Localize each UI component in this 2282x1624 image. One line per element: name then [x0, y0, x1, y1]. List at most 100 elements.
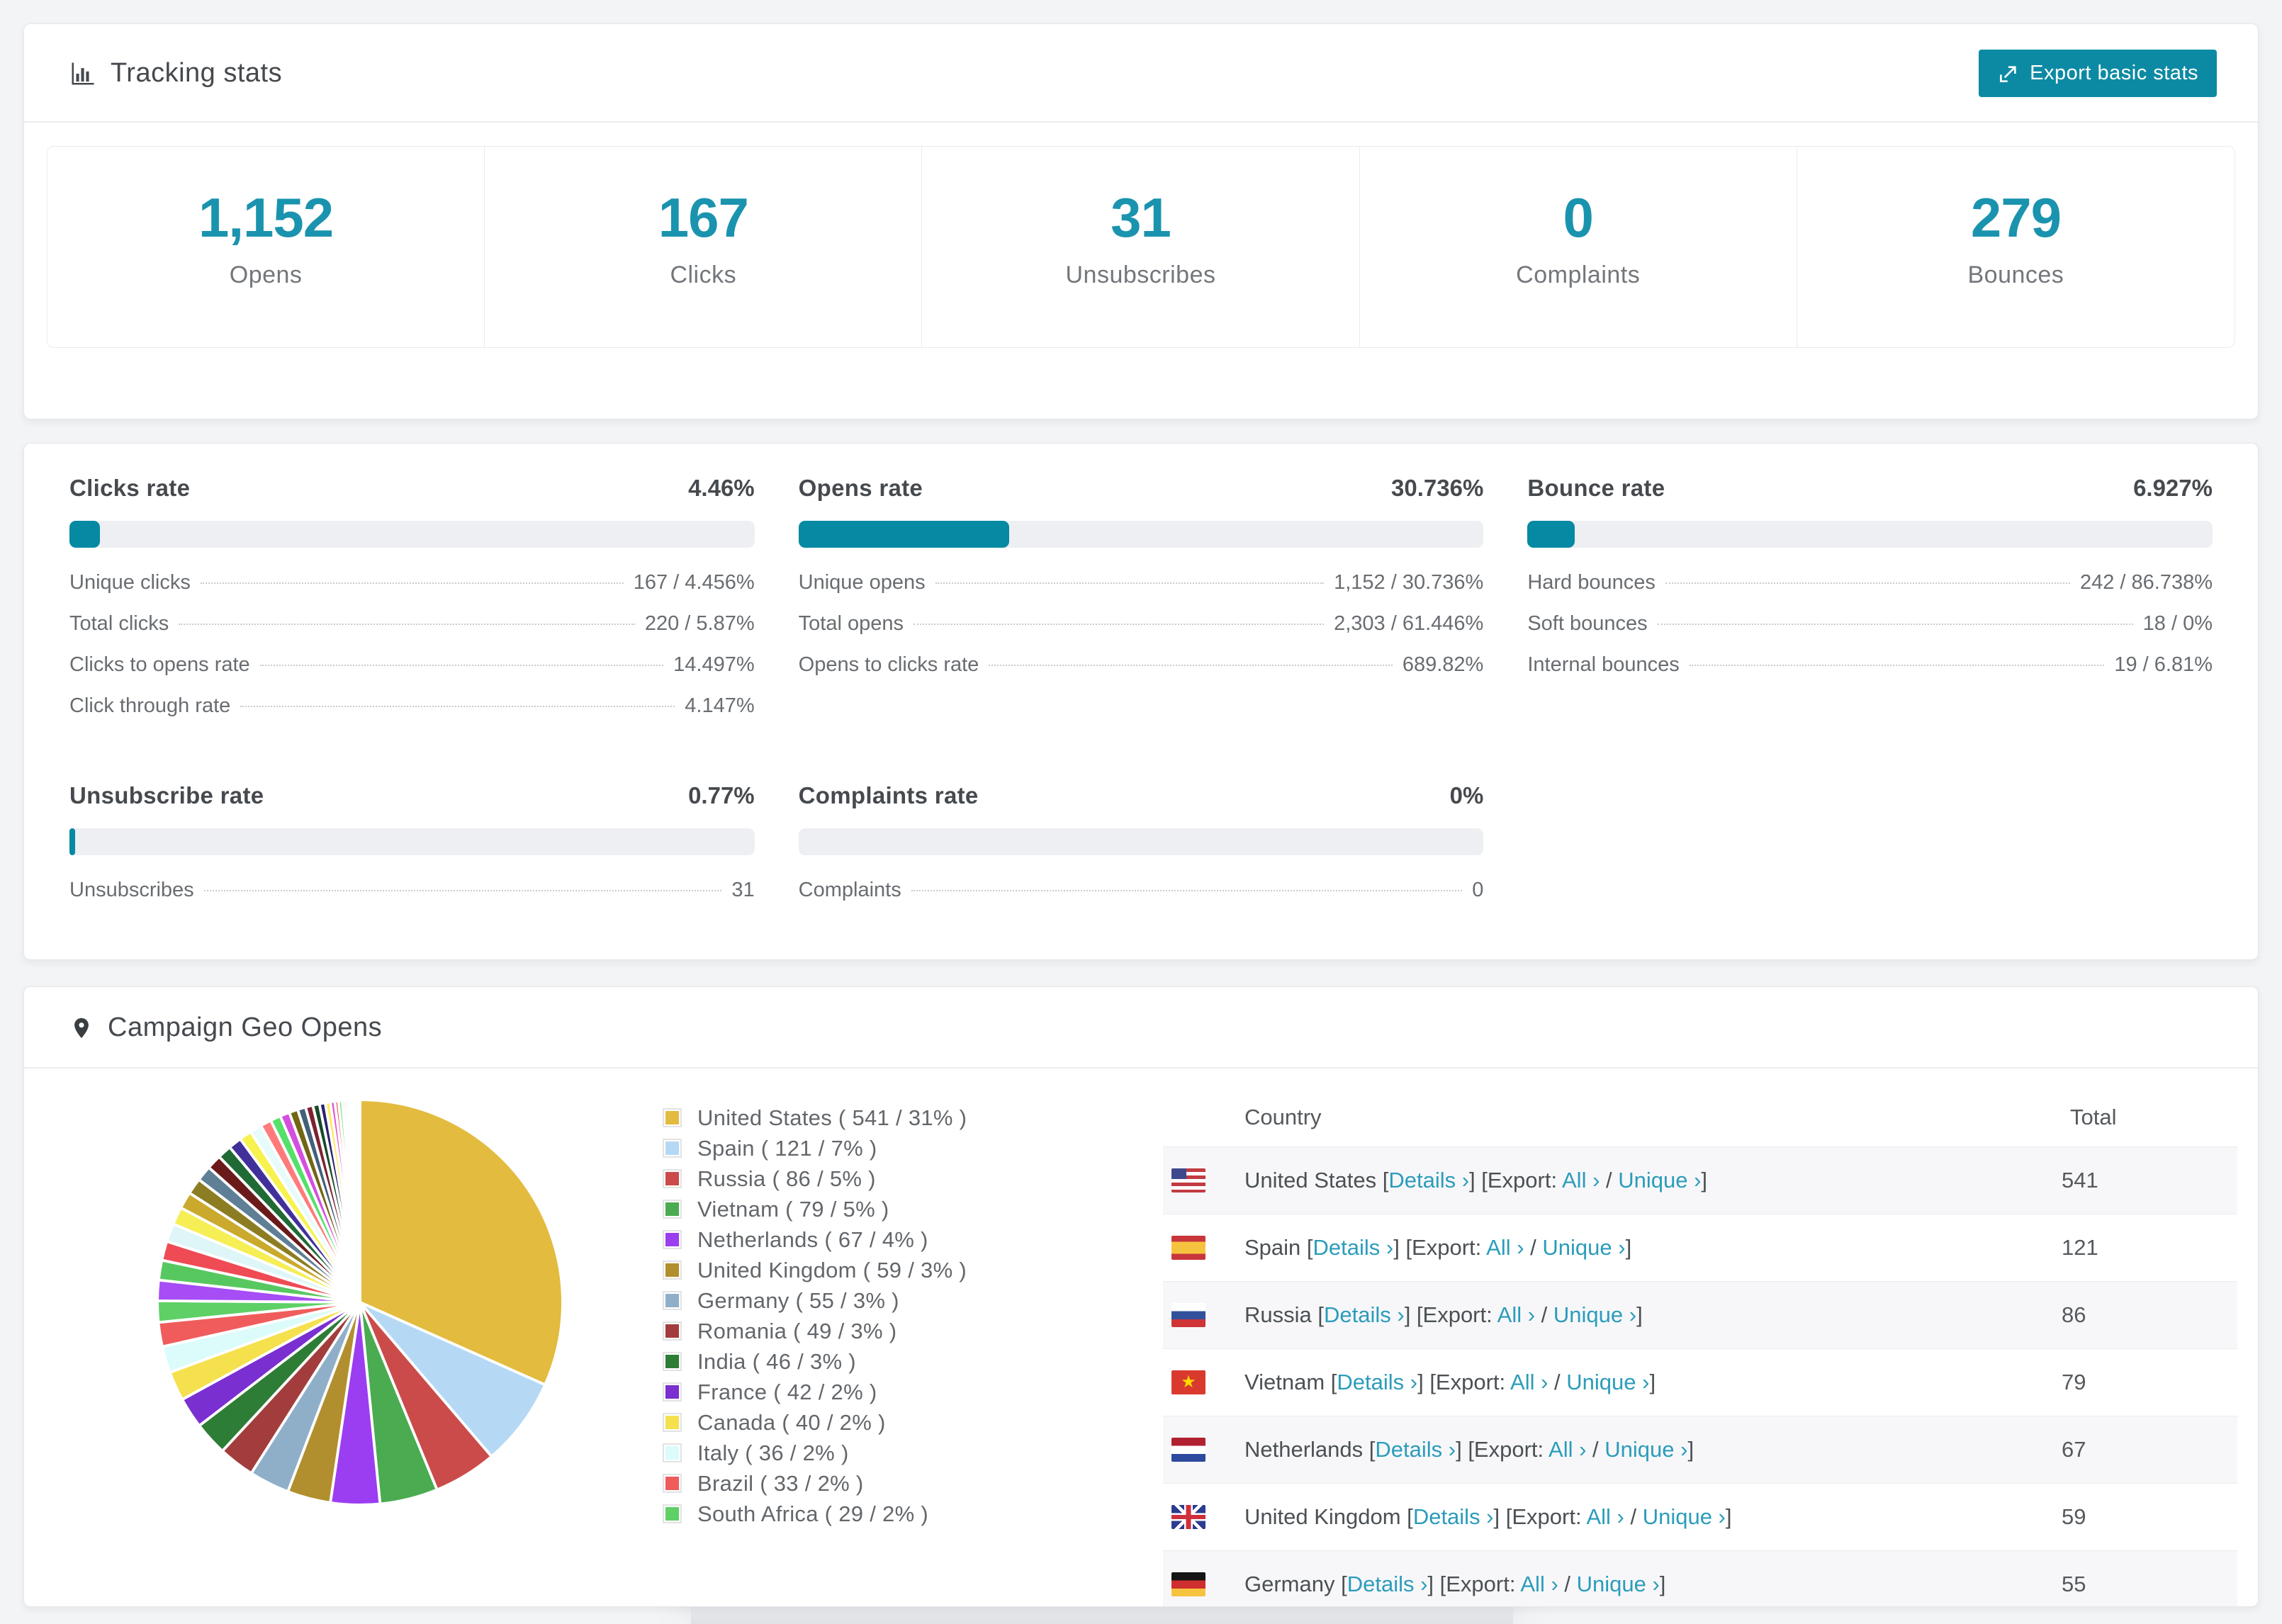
rate-section-opens-rate: Opens rate 30.736% Unique opens 1,152 / 30.… — [798, 475, 1484, 735]
rate-item-value: 19 / 6.81% — [2114, 653, 2213, 676]
details-link[interactable]: Details › — [1347, 1572, 1428, 1596]
rate-item-label: Unsubscribes — [69, 879, 194, 901]
rate-progress-fill — [69, 828, 75, 855]
table-row-vietnam: ★ Vietnam [Details ›] [Export: All › / Un… — [1163, 1348, 2237, 1416]
details-link[interactable]: Details › — [1375, 1437, 1456, 1462]
geo-table-rows: United States [Details ›] [Export: All ›… — [1163, 1146, 2237, 1606]
rate-section-clicks-rate: Clicks rate 4.46% Unique clicks 167 / 4.456… — [69, 475, 755, 735]
dotted-leader — [240, 706, 675, 707]
geo-pie-chart[interactable] — [144, 1086, 576, 1518]
legend-label: Netherlands ( 67 / 4% ) — [697, 1227, 928, 1252]
legend-label: United Kingdom ( 59 / 3% ) — [697, 1257, 967, 1282]
dotted-leader — [913, 624, 1325, 625]
export-unique-link[interactable]: Unique › — [1643, 1504, 1726, 1529]
rate-title: Unsubscribe rate — [69, 782, 264, 808]
export-all-link[interactable]: All › — [1497, 1302, 1535, 1327]
legend-swatch — [664, 1262, 680, 1278]
export-unique-link[interactable]: Unique › — [1553, 1302, 1636, 1327]
dotted-leader — [179, 624, 635, 625]
rate-head: Unsubscribe rate 0.77% — [69, 782, 755, 809]
pie-slice[interactable] — [358, 1098, 361, 1303]
export-unique-link[interactable]: Unique › — [1604, 1437, 1687, 1462]
tracking-stats-page: Tracking stats Export basic stats 1,152 O… — [0, 0, 2282, 1624]
rate-item-value: 18 / 0% — [2142, 612, 2213, 635]
country-cell: Vietnam [Details ›] [Export: All › / Uni… — [1244, 1370, 1656, 1394]
rate-item-value: 167 / 4.456% — [633, 571, 755, 594]
legend-swatch — [664, 1445, 680, 1461]
legend-item-united-kingdom: United Kingdom ( 59 / 3% ) — [662, 1255, 967, 1285]
details-link[interactable]: Details › — [1388, 1168, 1469, 1192]
legend-label: Italy ( 36 / 2% ) — [697, 1440, 849, 1465]
rate-item-opens-to-clicks-rate: Opens to clicks rate 689.82% — [799, 653, 1484, 694]
export-all-link[interactable]: All › — [1520, 1572, 1558, 1596]
rate-items: Unsubscribes 31 — [69, 879, 755, 920]
rate-item-value: 14.497% — [673, 653, 755, 676]
legend-swatch — [664, 1323, 680, 1339]
export-all-link[interactable]: All › — [1510, 1370, 1548, 1394]
export-unique-link[interactable]: Unique › — [1542, 1235, 1625, 1260]
rate-item-label: Unique opens — [798, 571, 926, 594]
legend-swatch — [664, 1384, 680, 1400]
export-all-link[interactable]: All › — [1548, 1437, 1586, 1462]
rate-section-bounce-rate: Bounce rate 6.927% Hard bounces 242 / 86.73… — [1527, 475, 2213, 735]
export-all-link[interactable]: All › — [1586, 1504, 1624, 1529]
legend-swatch — [664, 1201, 680, 1217]
legend-label: Romania ( 49 / 3% ) — [697, 1318, 897, 1343]
export-unique-link[interactable]: Unique › — [1566, 1370, 1649, 1394]
map-pin-icon — [74, 1017, 89, 1038]
country-cell: Russia [Details ›] [Export: All › / Uniq… — [1244, 1302, 1643, 1327]
tracking-stats-body: 1,152 Opens 167 Clicks 31 Unsubscribes 0 Compla… — [24, 123, 2258, 419]
legend-swatch — [664, 1231, 680, 1248]
stat-value: 167 — [658, 186, 749, 249]
dotted-leader — [989, 665, 1393, 666]
rate-item-value: 242 / 86.738% — [2079, 571, 2213, 594]
tracking-stats-title: Tracking stats — [69, 58, 282, 89]
rate-item-label: Opens to clicks rate — [798, 653, 979, 676]
dotted-leader — [911, 890, 1463, 891]
legend-item-france: France ( 42 / 2% ) — [662, 1377, 967, 1407]
legend-item-canada: Canada ( 40 / 2% ) — [662, 1407, 967, 1438]
rate-item-label: Click through rate — [69, 694, 231, 717]
legend-item-united-states: United States ( 541 / 31% ) — [662, 1103, 967, 1133]
legend-swatch — [664, 1506, 680, 1522]
export-all-link[interactable]: All › — [1562, 1168, 1600, 1192]
rate-section-complaints-rate: Complaints rate 0% Complaints 0 — [798, 782, 1484, 920]
legend-item-netherlands: Netherlands ( 67 / 4% ) — [662, 1224, 967, 1255]
country-cell: Spain [Details ›] [Export: All › / Uniqu… — [1244, 1235, 1632, 1260]
total-cell: 59 — [2062, 1504, 2086, 1529]
rate-item-total-clicks: Total clicks 220 / 5.87% — [69, 612, 755, 653]
legend-label: Germany ( 55 / 3% ) — [697, 1287, 899, 1313]
stat-value: 0 — [1563, 186, 1594, 249]
export-all-link[interactable]: All › — [1486, 1235, 1524, 1260]
bar-chart-icon — [72, 62, 94, 85]
stat-label: Opens — [229, 261, 303, 288]
rate-item-value: 0 — [1472, 879, 1484, 901]
details-link[interactable]: Details › — [1413, 1504, 1494, 1529]
page-title: Tracking stats — [111, 58, 283, 88]
details-link[interactable]: Details › — [1337, 1370, 1417, 1394]
legend-label: United States ( 541 / 31% ) — [697, 1105, 967, 1130]
rate-item-label: Complaints — [798, 879, 901, 901]
rate-progress-fill — [1527, 521, 1575, 548]
geo-title: Campaign Geo Opens — [69, 1013, 382, 1043]
details-link[interactable]: Details › — [1313, 1235, 1394, 1260]
total-cell: 121 — [2062, 1235, 2098, 1260]
dotted-leader — [935, 582, 1325, 584]
campaign-geo-opens-card: Campaign Geo Opens United States ( 541 /… — [23, 986, 2259, 1607]
legend-swatch — [664, 1475, 680, 1492]
rate-item-soft-bounces: Soft bounces 18 / 0% — [1527, 612, 2213, 653]
export-unique-link[interactable]: Unique › — [1577, 1572, 1660, 1596]
rate-item-label: Clicks to opens rate — [69, 653, 250, 676]
country-cell: United States [Details ›] [Export: All ›… — [1244, 1168, 1708, 1192]
details-link[interactable]: Details › — [1324, 1302, 1405, 1327]
rate-value: 6.927% — [2133, 475, 2213, 501]
table-row-germany: Germany [Details ›] [Export: All › / Uni… — [1163, 1550, 2237, 1606]
export-unique-link[interactable]: Unique › — [1618, 1168, 1701, 1192]
dotted-leader — [203, 890, 722, 891]
gb-flag-icon — [1171, 1505, 1205, 1529]
legend-swatch — [664, 1110, 680, 1126]
legend-label: Vietnam ( 79 / 5% ) — [697, 1196, 889, 1222]
rate-item-label: Hard bounces — [1527, 571, 1656, 594]
export-basic-stats-button[interactable]: Export basic stats — [1979, 50, 2217, 97]
legend-swatch — [664, 1414, 680, 1431]
